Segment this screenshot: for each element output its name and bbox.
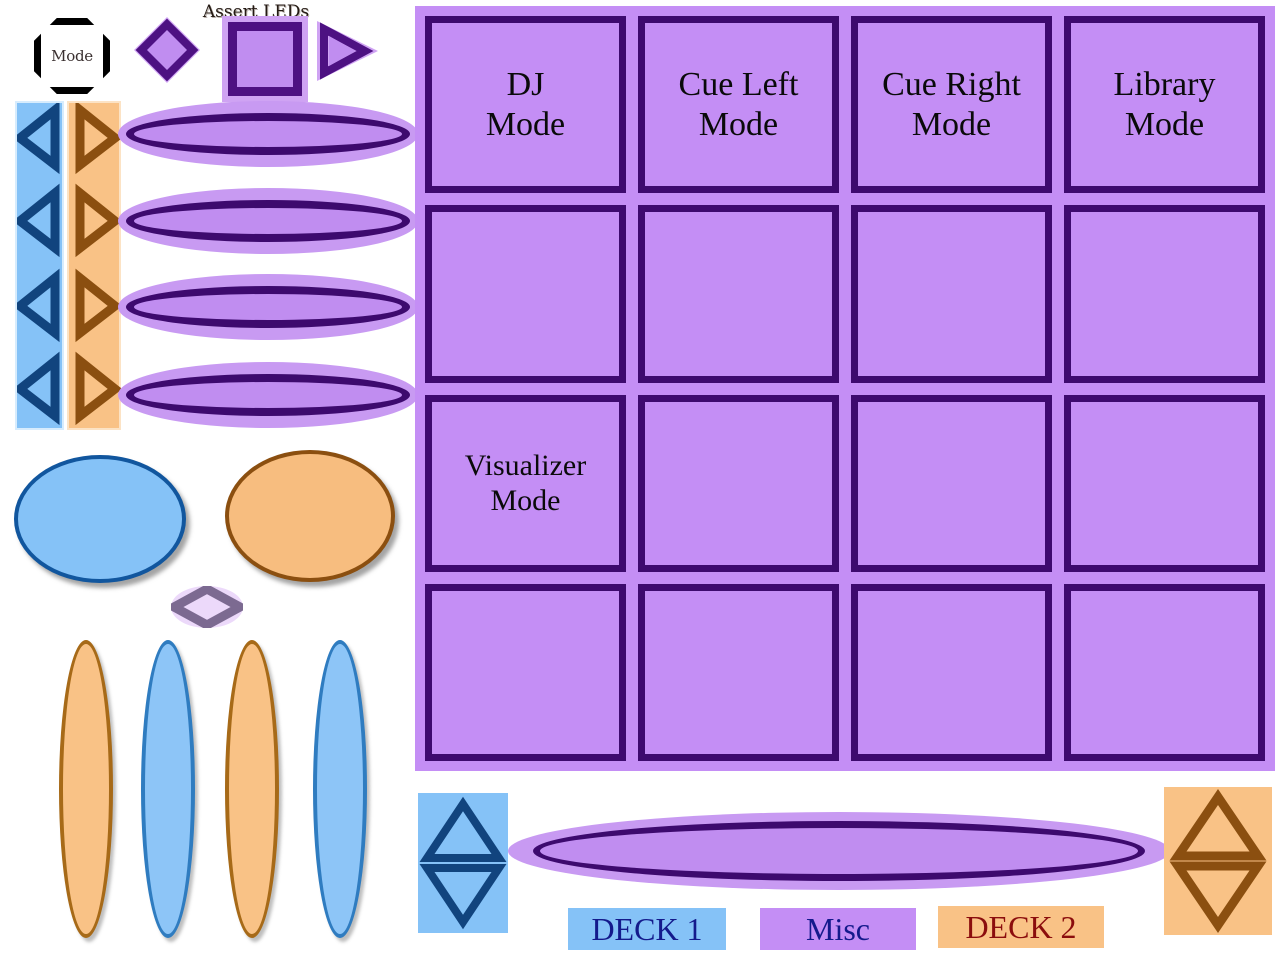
legend-misc-label: Misc xyxy=(806,910,870,947)
controller-map: Mode Assert LEDs DJ Mode Cue Left Mode C… xyxy=(0,0,1280,960)
fader-4[interactable] xyxy=(313,640,367,938)
pad-r4c1[interactable] xyxy=(425,583,626,761)
legend-misc: Misc xyxy=(760,908,916,950)
fader-3[interactable] xyxy=(225,640,279,938)
legend-deck2: DECK 2 xyxy=(938,906,1104,948)
pad-r2c2[interactable] xyxy=(638,205,839,383)
pad-r2c1[interactable] xyxy=(425,205,626,383)
pad-label-line2: Mode xyxy=(911,105,992,143)
pad-label-line2: Mode xyxy=(485,105,566,143)
browse-knob-inner xyxy=(533,821,1145,881)
pad-r1c4[interactable]: Library Mode xyxy=(1064,16,1265,194)
pad-r1c1[interactable]: DJ Mode xyxy=(425,16,626,194)
mode-button[interactable]: Mode xyxy=(34,18,110,94)
pad-r3c4[interactable] xyxy=(1064,394,1265,572)
nav-updown-deck2[interactable] xyxy=(1164,787,1272,935)
pad-r3c2[interactable] xyxy=(638,394,839,572)
triangle-led[interactable] xyxy=(315,20,379,82)
legend-deck2-label: DECK 2 xyxy=(965,908,1077,945)
knob-1[interactable] xyxy=(118,101,418,167)
knob-2[interactable] xyxy=(118,188,418,254)
pad-r1c2[interactable]: Cue Left Mode xyxy=(638,16,839,194)
pad-r1c3[interactable]: Cue Right Mode xyxy=(851,16,1052,194)
mode-button-label: Mode xyxy=(51,47,93,65)
diamond-led[interactable] xyxy=(133,16,201,84)
fader-1[interactable] xyxy=(59,640,113,938)
pad-grid: DJ Mode Cue Left Mode Cue Right Mode Lib… xyxy=(415,6,1275,771)
pad-r2c4[interactable] xyxy=(1064,205,1265,383)
jog-wheel-deck1[interactable] xyxy=(14,455,186,583)
pad-label-line1: Visualizer xyxy=(464,448,587,482)
pad-label-line2: Mode xyxy=(698,105,779,143)
pad-label-line2: Mode xyxy=(1124,105,1205,143)
pad-r3c3[interactable] xyxy=(851,394,1052,572)
pad-r4c4[interactable] xyxy=(1064,583,1265,761)
pad-label-line2: Mode xyxy=(490,484,561,518)
knob-4[interactable] xyxy=(118,362,418,428)
jog-wheel-deck2[interactable] xyxy=(225,450,395,582)
assert-leds-label: Assert LEDs xyxy=(202,2,310,22)
nav-updown-deck1[interactable] xyxy=(418,793,508,933)
pad-r2c3[interactable] xyxy=(851,205,1052,383)
square-led[interactable] xyxy=(228,22,302,96)
up-down-arrows-icon xyxy=(419,796,507,930)
pad-r4c3[interactable] xyxy=(851,583,1052,761)
pad-label-line1: Cue Left xyxy=(678,65,799,103)
legend-deck1-label: DECK 1 xyxy=(591,910,703,947)
pad-r4c2[interactable] xyxy=(638,583,839,761)
pad-r3c1[interactable]: Visualizer Mode xyxy=(425,394,626,572)
pad-label-line1: Library xyxy=(1113,65,1216,103)
trigger-arrows xyxy=(12,100,123,428)
pad-label-line1: DJ xyxy=(506,65,545,103)
up-down-arrows-icon xyxy=(1169,788,1267,934)
fader-2[interactable] xyxy=(141,640,195,938)
knob-3[interactable] xyxy=(118,274,418,340)
legend-deck1: DECK 1 xyxy=(568,908,726,950)
pad-label-line1: Cue Right xyxy=(882,65,1021,103)
crossfader-diamond[interactable] xyxy=(171,586,243,628)
